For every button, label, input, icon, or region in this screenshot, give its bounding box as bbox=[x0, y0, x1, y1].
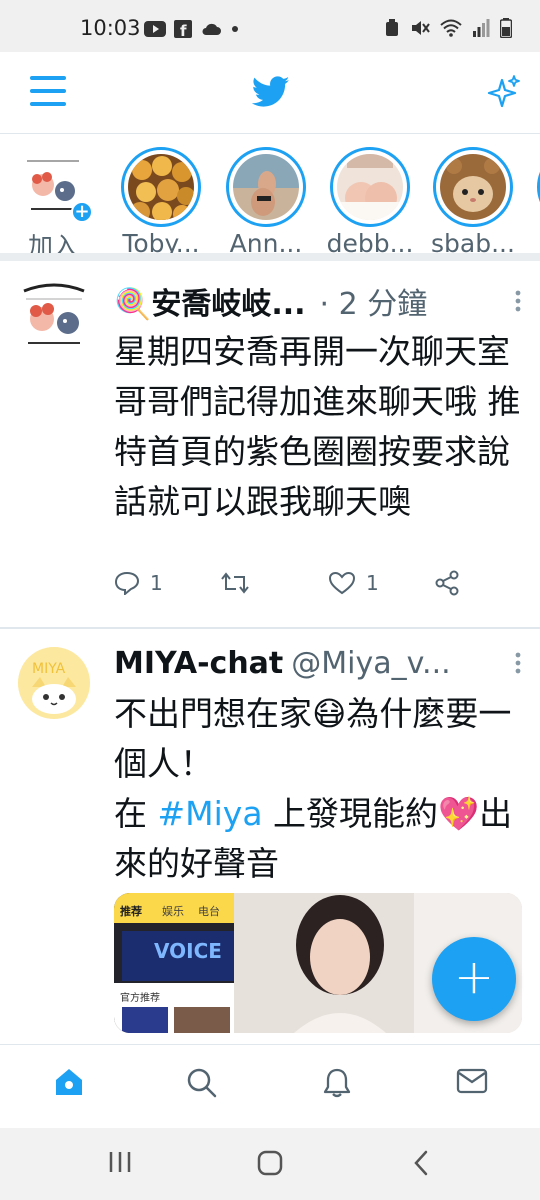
home-icon bbox=[56, 1069, 82, 1095]
battery-icon bbox=[500, 18, 512, 38]
media-tab: 电台 bbox=[198, 904, 220, 918]
tweet-avatar[interactable] bbox=[18, 281, 90, 353]
status-bar: 10:03 f bbox=[0, 0, 540, 52]
home-circle-icon bbox=[257, 1150, 283, 1176]
tweet-text-line: 不出門想在家😷為什麼要一個人！ bbox=[114, 694, 512, 783]
recents-button[interactable] bbox=[108, 1150, 132, 1178]
heart-icon bbox=[328, 571, 356, 595]
status-time: 10:03 bbox=[80, 16, 141, 40]
reply-icon bbox=[114, 571, 140, 595]
tweet-avatar[interactable]: MIYA bbox=[18, 647, 90, 719]
cat-photo-icon bbox=[440, 154, 506, 220]
media-sub-text: 官方推荐 bbox=[120, 991, 160, 1004]
youtube-icon bbox=[144, 21, 166, 37]
bottom-nav bbox=[0, 1044, 540, 1128]
fleet-item[interactable]: debb... bbox=[325, 147, 415, 258]
media-banner-text: VOICE bbox=[154, 939, 222, 963]
tweet-body: MIYA-chat @Miya_v... 不出門想在家😷為什麼要一個人！ 在 #… bbox=[114, 641, 522, 889]
dot-icon bbox=[232, 26, 238, 32]
back-button[interactable] bbox=[412, 1150, 430, 1180]
handle[interactable]: @Miya_v... bbox=[291, 646, 450, 681]
more-options-icon[interactable] bbox=[514, 652, 522, 674]
own-avatar: + bbox=[21, 155, 93, 223]
bell-icon bbox=[323, 1068, 351, 1098]
wifi-icon bbox=[440, 19, 462, 37]
fleet-label: Ann... bbox=[229, 229, 303, 258]
miya-logo-icon: MIYA bbox=[18, 647, 90, 719]
signal-icon bbox=[473, 19, 490, 37]
nav-home[interactable] bbox=[53, 1067, 85, 1101]
android-nav-bar bbox=[0, 1128, 540, 1200]
tweet-body: 🍭安喬岐岐... · 2 分鐘 星期四安喬再開一次聊天室 哥哥們記得加進來聊天哦… bbox=[114, 279, 522, 527]
share-button[interactable] bbox=[434, 570, 460, 596]
tweet-header: MIYA-chat @Miya_v... bbox=[114, 641, 522, 685]
nav-search[interactable] bbox=[186, 1067, 218, 1103]
search-icon bbox=[187, 1068, 217, 1098]
notification-icons: f bbox=[144, 20, 240, 38]
menu-icon[interactable] bbox=[30, 76, 66, 110]
share-icon bbox=[435, 570, 459, 596]
system-status-icons bbox=[384, 18, 512, 38]
fleet-avatar bbox=[121, 147, 201, 227]
more-options-icon[interactable] bbox=[514, 290, 522, 312]
media-tab: 娱乐 bbox=[162, 904, 184, 918]
fleet-avatar bbox=[330, 147, 410, 227]
retweet-icon bbox=[221, 572, 249, 594]
reply-button[interactable]: 1 bbox=[114, 571, 163, 595]
tweet-text: 星期四安喬再開一次聊天室 哥哥們記得加進來聊天哦 推特首頁的紫色圈圈按要求說話就… bbox=[114, 332, 521, 521]
retweet-button[interactable] bbox=[220, 571, 250, 595]
fleet-label: sbab... bbox=[431, 229, 515, 258]
fleets-row: + 加入 Toby... Ann... debb... sbab... bbox=[0, 135, 540, 261]
reply-count: 1 bbox=[150, 571, 163, 595]
compose-tweet-button[interactable]: + bbox=[432, 937, 516, 1021]
tweet-text-prefix: 在 bbox=[114, 794, 158, 833]
fleet-label: 加入 bbox=[27, 232, 78, 261]
home-button[interactable] bbox=[257, 1150, 283, 1180]
tweet[interactable]: 🍭安喬岐岐... · 2 分鐘 星期四安喬再開一次聊天室 哥哥們記得加進來聊天哦… bbox=[0, 261, 540, 629]
nav-notifications[interactable] bbox=[321, 1067, 353, 1103]
fleet-item[interactable] bbox=[532, 147, 540, 227]
fleet-own[interactable]: + 加入 bbox=[8, 147, 98, 261]
svg-text:f: f bbox=[180, 22, 187, 38]
mute-icon bbox=[412, 21, 430, 35]
hashtag-link[interactable]: #Miya bbox=[158, 794, 263, 833]
fleet-item[interactable]: sbab... bbox=[428, 147, 518, 258]
avatar-text: MIYA bbox=[32, 661, 66, 677]
fleet-item[interactable]: Toby... bbox=[116, 147, 206, 258]
tweet-time: · 2 分鐘 bbox=[319, 287, 428, 322]
facebook-icon: f bbox=[174, 20, 192, 38]
recents-icon bbox=[109, 1152, 131, 1172]
plus-icon: + bbox=[453, 949, 495, 1005]
sparkle-icon[interactable] bbox=[484, 74, 522, 112]
display-name[interactable]: 🍭安喬岐岐... bbox=[114, 279, 306, 323]
like-count: 1 bbox=[366, 571, 379, 595]
tweet-text: 不出門想在家😷為什麼要一個人！ 在 #Miya 上發現能約💖出來的好聲音 bbox=[114, 689, 522, 889]
fleet-avatar bbox=[433, 147, 513, 227]
fleet-label: debb... bbox=[326, 229, 414, 258]
portrait-photo-icon bbox=[337, 154, 403, 220]
display-name[interactable]: MIYA-chat bbox=[114, 646, 283, 681]
fleet-item[interactable]: Ann... bbox=[221, 147, 311, 258]
cartoon-avatar-icon bbox=[18, 281, 90, 353]
cloud-icon bbox=[202, 23, 221, 35]
alarm-icon bbox=[386, 19, 398, 36]
food-photo-icon bbox=[128, 154, 195, 223]
media-tab: 推荐 bbox=[120, 904, 142, 918]
mail-icon bbox=[456, 1068, 488, 1094]
twitter-logo-icon bbox=[252, 76, 290, 107]
fleet-avatar bbox=[226, 147, 306, 227]
fleet-label: Toby... bbox=[122, 229, 200, 258]
nav-messages[interactable] bbox=[456, 1067, 488, 1099]
top-app-bar bbox=[0, 52, 540, 134]
tweet-header: 🍭安喬岐岐... · 2 分鐘 bbox=[114, 279, 522, 323]
back-icon bbox=[414, 1150, 428, 1176]
add-fleet-badge[interactable]: + bbox=[71, 201, 93, 223]
like-button[interactable]: 1 bbox=[328, 571, 379, 595]
beach-photo-icon bbox=[233, 154, 299, 220]
